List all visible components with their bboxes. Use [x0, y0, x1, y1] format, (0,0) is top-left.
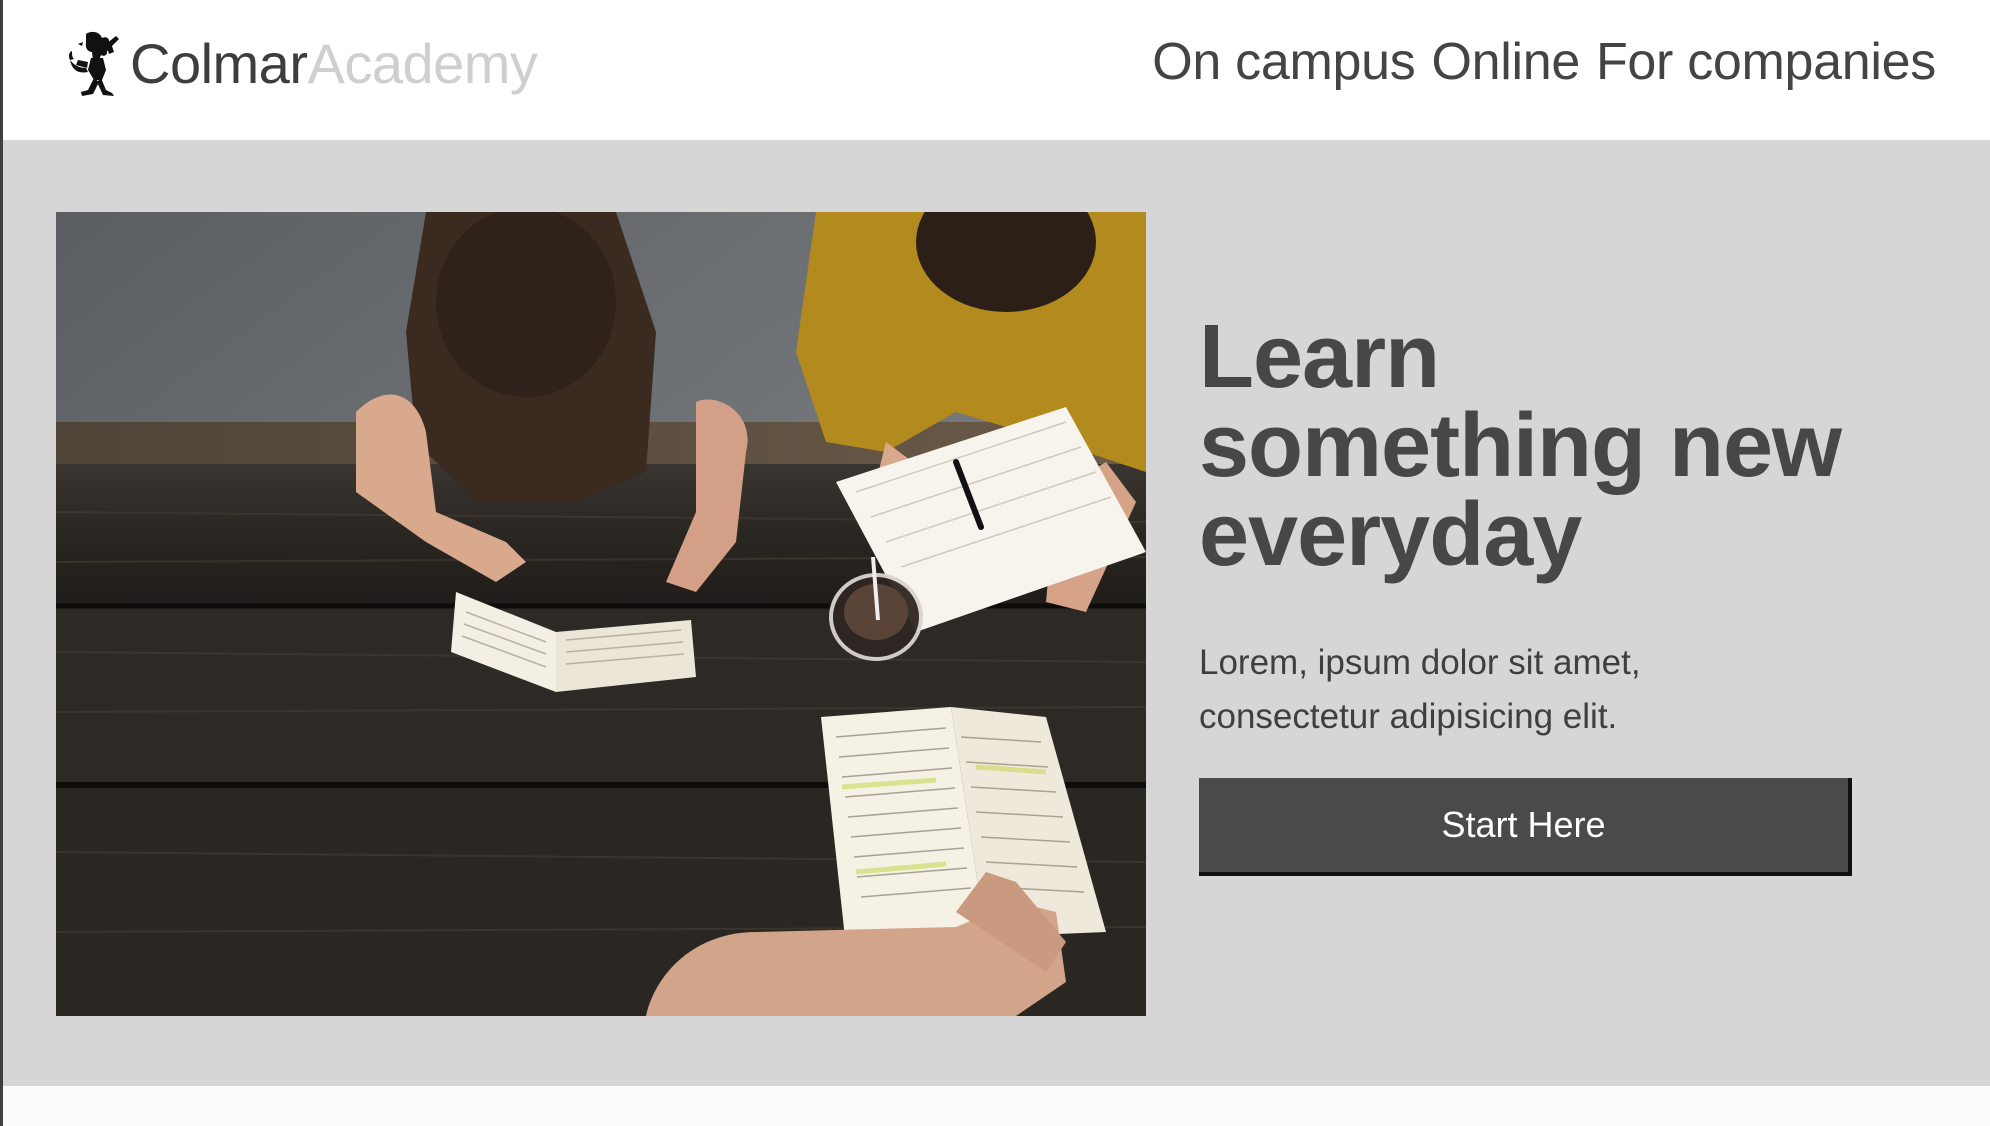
hero-section: Learn something new everyday Lorem, ipsu… — [3, 140, 1990, 1086]
brand-name-secondary: Academy — [307, 32, 538, 95]
nav-item-on-campus[interactable]: On campus — [1152, 36, 1416, 88]
site-header: ColmarAcademy On campus Online For compa… — [3, 0, 1990, 140]
next-section-edge — [3, 1086, 1990, 1126]
main-nav: On campus Online For companies — [1152, 36, 1936, 88]
hero-copy: Learn something new everyday Lorem, ipsu… — [1199, 307, 1899, 876]
hero-subtitle: Lorem, ipsum dolor sit amet, consectetur… — [1199, 643, 1641, 736]
brand-wordmark: ColmarAcademy — [130, 36, 538, 92]
hero-photo — [56, 212, 1146, 1016]
brand-name-primary: Colmar — [130, 32, 308, 95]
hero-title: Learn something new everyday — [1199, 307, 1842, 585]
rampant-lion-icon — [68, 31, 119, 96]
brand-logo-link[interactable]: ColmarAcademy — [66, 28, 538, 100]
nav-item-online[interactable]: Online — [1431, 36, 1580, 88]
nav-item-for-companies[interactable]: For companies — [1596, 36, 1936, 88]
page: ColmarAcademy On campus Online For compa… — [0, 0, 1990, 1126]
start-here-button[interactable]: Start Here — [1199, 778, 1852, 876]
